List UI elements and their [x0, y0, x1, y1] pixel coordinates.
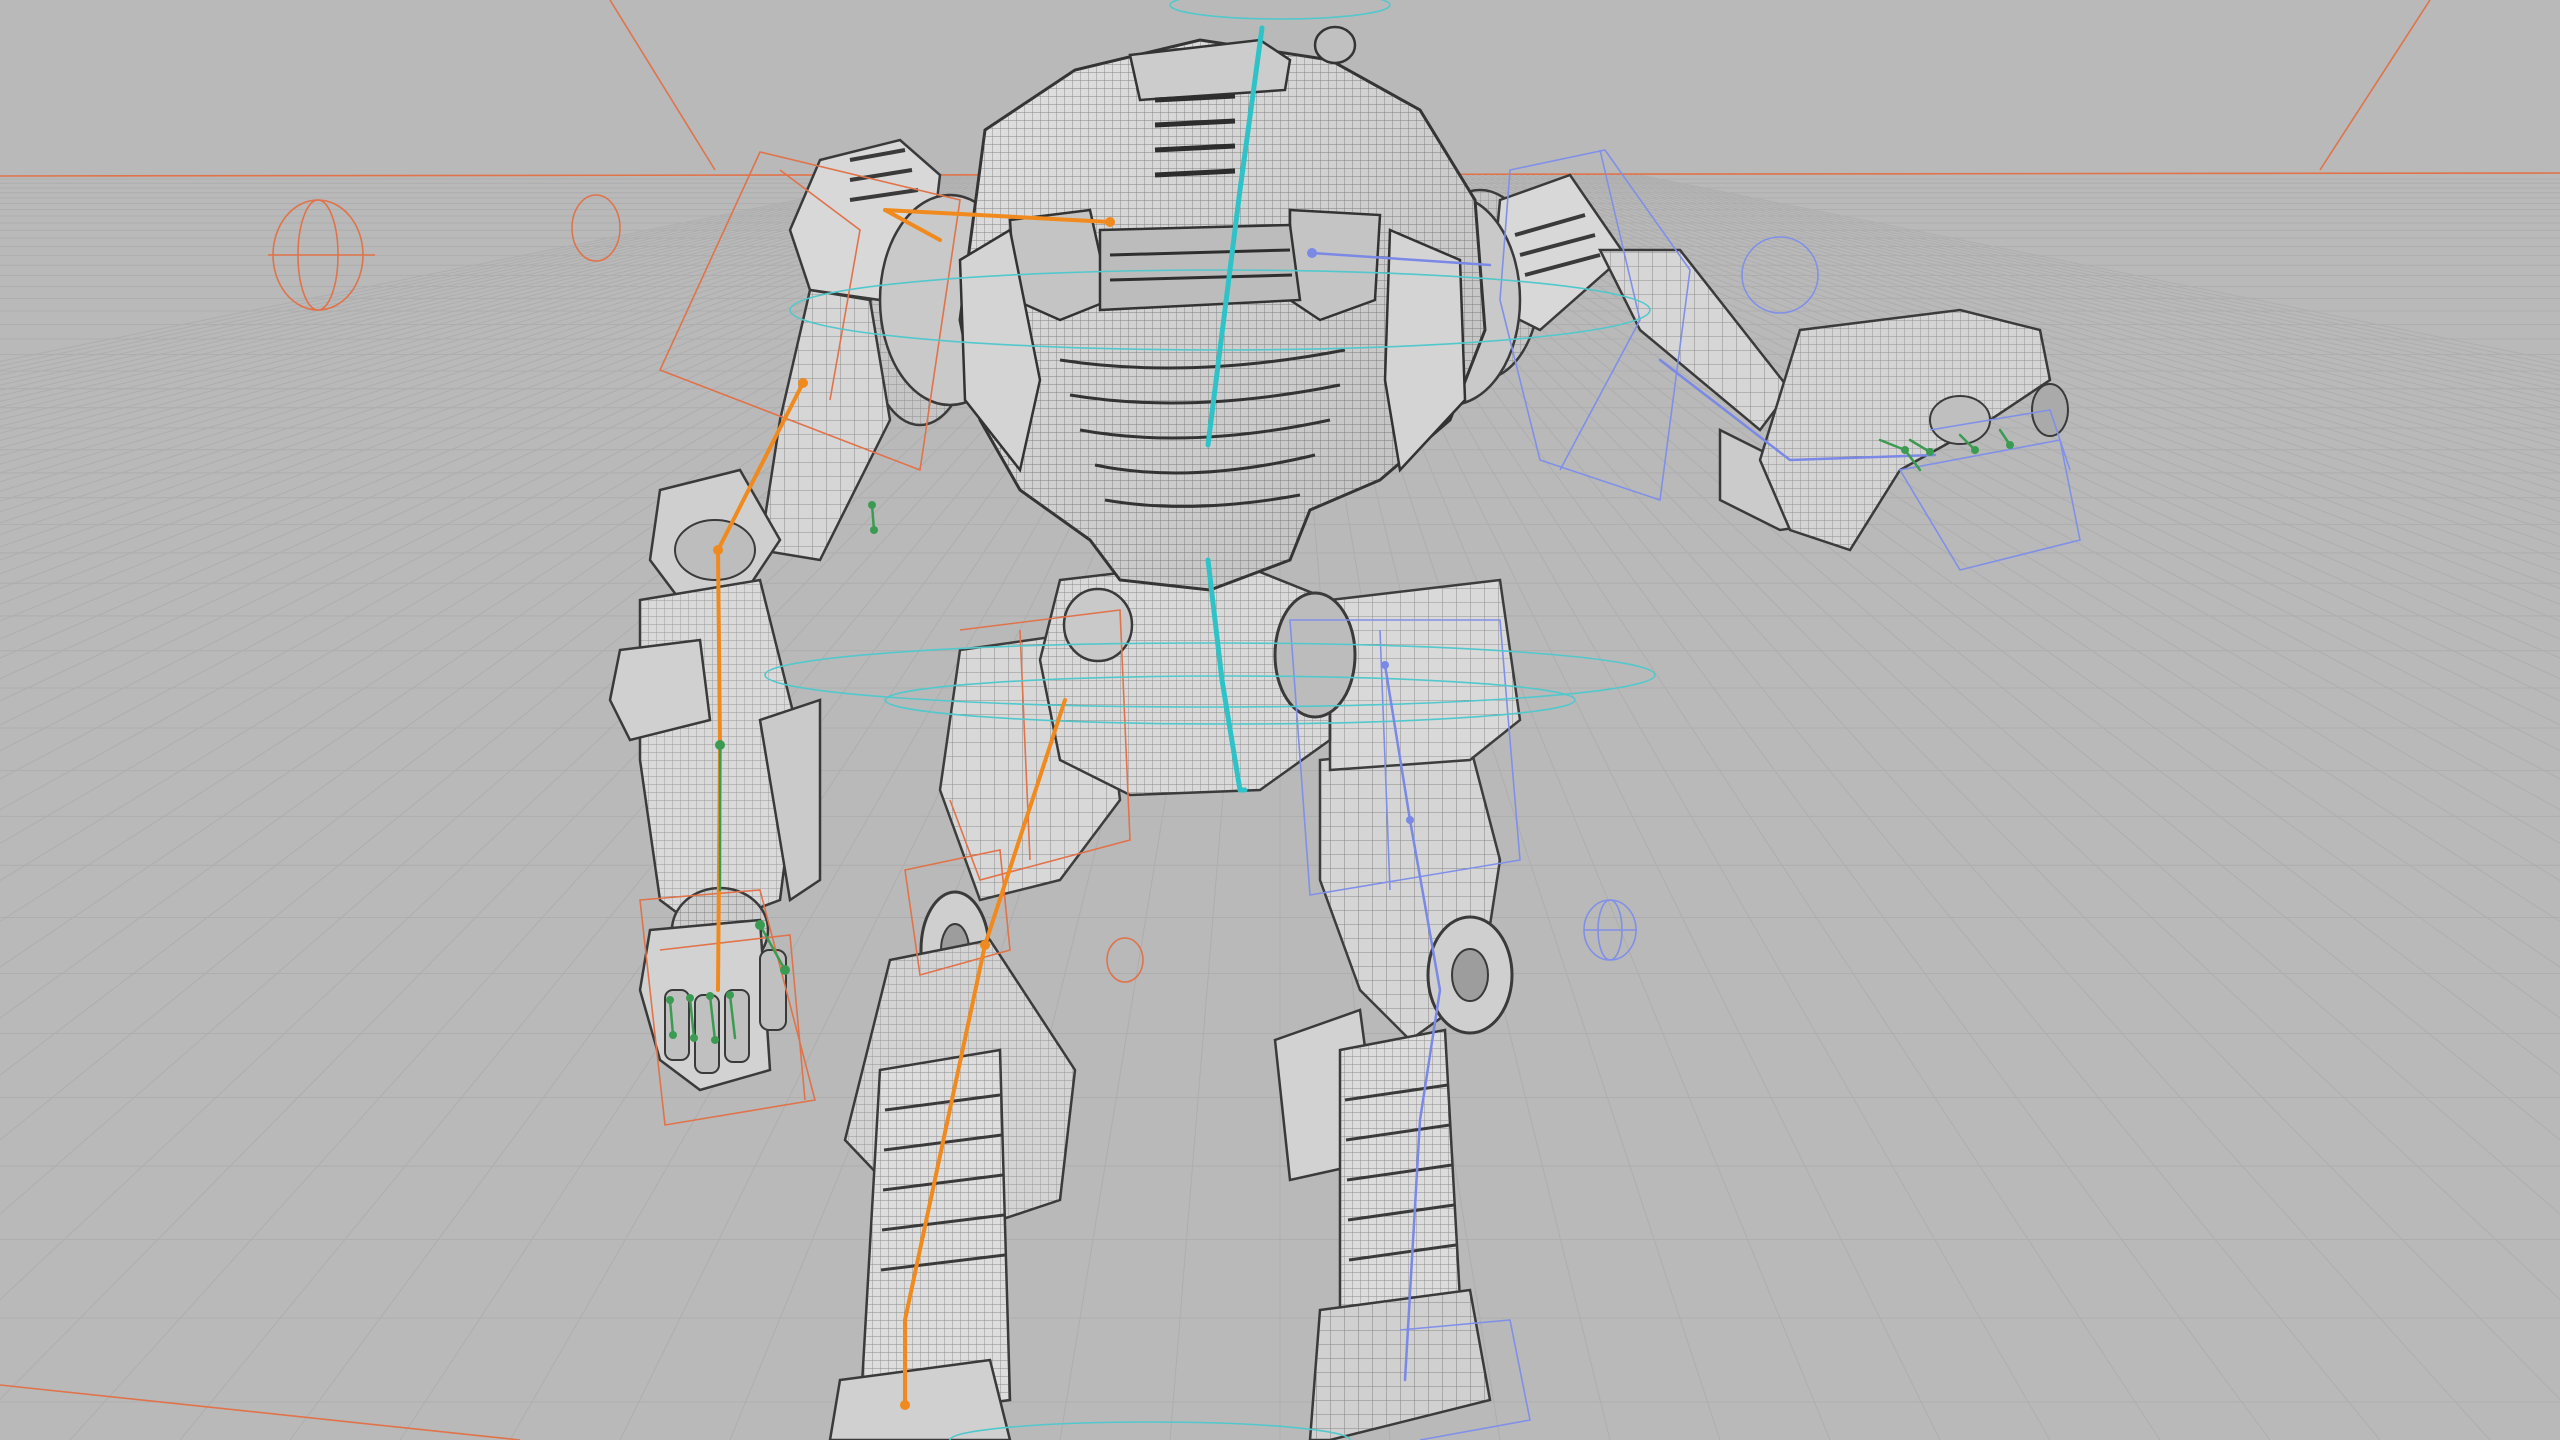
- viewport-canvas[interactable]: [0, 0, 2560, 1440]
- 3d-viewport[interactable]: [0, 0, 2560, 1440]
